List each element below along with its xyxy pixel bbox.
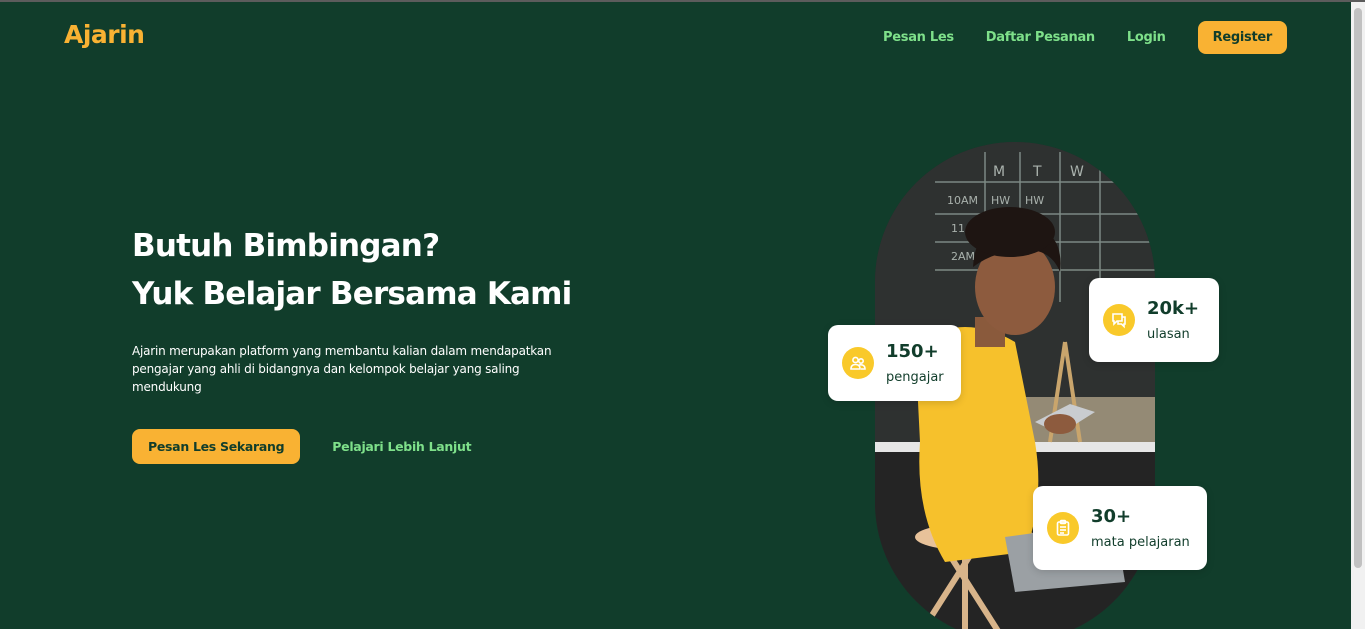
stat-value-pengajar: 150+ [886, 341, 939, 362]
svg-text:2AM: 2AM [951, 250, 975, 263]
stat-card-mata-pelajaran: 30+ mata pelajaran [1033, 486, 1207, 570]
nav-daftar-pesanan[interactable]: Daftar Pesanan [986, 30, 1095, 45]
svg-text:T: T [1032, 164, 1042, 180]
register-button[interactable]: Register [1197, 21, 1287, 54]
chat-icon [1103, 304, 1135, 336]
stat-label-ulasan: ulasan [1147, 327, 1190, 342]
users-icon [842, 347, 874, 379]
stat-card-ulasan: 20k+ ulasan [1089, 278, 1219, 362]
svg-text:HW: HW [1025, 194, 1044, 207]
svg-text:W: W [1070, 164, 1084, 180]
nav-login[interactable]: Login [1127, 30, 1166, 45]
hero-title: Butuh Bimbingan? Yuk Belajar Bersama Kam… [132, 222, 602, 318]
hero-actions: Pesan Les Sekarang Pelajari Lebih Lanjut [132, 429, 602, 464]
clipboard-icon [1047, 512, 1079, 544]
nav-pesan-les[interactable]: Pesan Les [883, 30, 954, 45]
svg-text:HW: HW [991, 194, 1010, 207]
stat-value-mata-pelajaran: 30+ [1091, 506, 1132, 527]
logo[interactable]: Ajarin [64, 20, 145, 49]
stat-label-mata-pelajaran: mata pelajaran [1091, 535, 1190, 550]
learn-more-link[interactable]: Pelajari Lebih Lanjut [332, 439, 471, 454]
stat-value-ulasan: 20k+ [1147, 298, 1200, 319]
stat-card-pengajar: 150+ pengajar [828, 325, 961, 401]
scrollbar-thumb[interactable] [1354, 8, 1362, 568]
svg-text:M: M [993, 164, 1005, 180]
hero-title-line2: Yuk Belajar Bersama Kami [132, 276, 572, 312]
pesan-les-button[interactable]: Pesan Les Sekarang [132, 429, 301, 464]
hero-description: Ajarin merupakan platform yang membantu … [132, 344, 552, 394]
svg-text:10AM: 10AM [947, 194, 978, 207]
stat-label-pengajar: pengajar [886, 370, 944, 385]
hero-title-line1: Butuh Bimbingan? [132, 228, 440, 264]
scrollbar[interactable] [1351, 2, 1365, 629]
hero-section: Butuh Bimbingan? Yuk Belajar Bersama Kam… [132, 222, 602, 464]
top-nav: Pesan Les Daftar Pesanan Login Register [851, 21, 1287, 54]
